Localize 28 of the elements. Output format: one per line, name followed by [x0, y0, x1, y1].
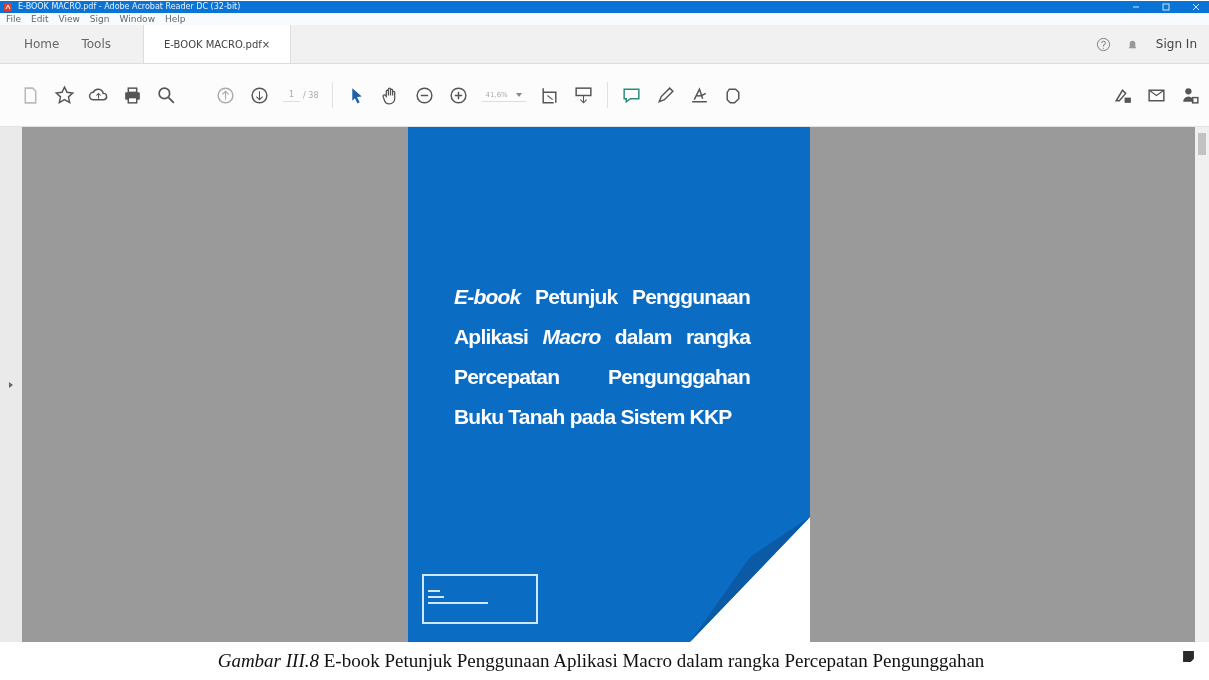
page-count: / 38 [303, 90, 319, 100]
search-icon[interactable] [156, 84, 177, 106]
star-icon[interactable] [54, 84, 75, 106]
menu-item[interactable]: View [58, 14, 80, 24]
figure-caption: Gambar III.8 E-book Petunjuk Penggunaan Aplikasi Macro dalam rangka Percepatan Pengunggahan [216, 650, 986, 672]
zoom-in-icon[interactable] [447, 84, 469, 106]
expand-arrow-icon[interactable] [9, 381, 13, 388]
print-icon[interactable] [122, 84, 143, 106]
help-icon[interactable] [1095, 36, 1111, 52]
menu-item[interactable]: Edit [31, 14, 49, 24]
zoom-out-icon[interactable] [413, 84, 435, 106]
menu-item[interactable]: Sign [89, 14, 110, 24]
tab[interactable]: Home [20, 25, 64, 63]
menu-item[interactable]: File [6, 14, 22, 24]
menu-item[interactable]: Window [119, 14, 155, 24]
scroll-bar[interactable] [1195, 127, 1209, 642]
note-icon[interactable] [1182, 649, 1195, 663]
presentation-icon[interactable] [572, 84, 594, 106]
maximize-icon[interactable] [1161, 2, 1171, 12]
sign-in-button[interactable]: Sign In [1153, 35, 1199, 53]
menu-item[interactable]: Help [165, 14, 186, 24]
cover-title: E-book Petunjuk Penggunaan Aplikasi Macro dalam rangka Percepatan Pengunggahan Buku Tanah pada Sistem KKP [454, 284, 750, 430]
window-title: E-BOOK MACRO.pdf - Adobe Acrobat Reader DC (32-bit) [18, 3, 241, 11]
tab[interactable]: Tools [77, 25, 115, 63]
close-icon[interactable] [1191, 2, 1201, 12]
app-icon [4, 3, 12, 11]
tab[interactable]: E-BOOK MACRO.pdf× [143, 25, 292, 63]
caret-icon [515, 92, 522, 97]
